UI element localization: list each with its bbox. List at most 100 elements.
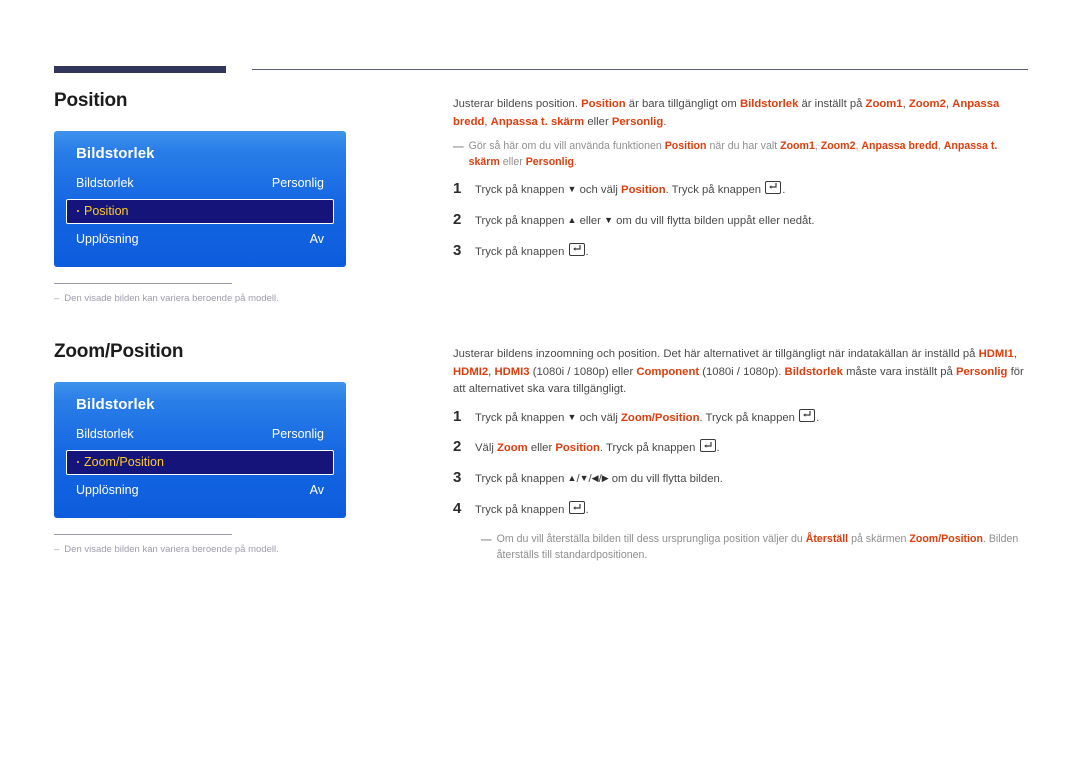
accent-term: Bildstorlek — [739, 98, 799, 110]
osd-row[interactable]: Bildstorlek Personlig — [54, 421, 346, 448]
bullet-dot-icon — [77, 209, 79, 212]
intro-paragraph: Justerar bildens inzoomning och position… — [453, 346, 1029, 399]
osd-row-label-text: Position — [84, 204, 129, 219]
step-text: Tryck på knappen ▼ och välj Zoom/Positio… — [475, 408, 820, 427]
accent-term: Position — [664, 140, 707, 152]
osd-menu-position: Bildstorlek Bildstorlek Personlig Positi… — [54, 130, 346, 267]
note-text: Den visade bilden kan variera beroende p… — [64, 543, 279, 555]
body-text: . — [782, 183, 786, 196]
step-text: Tryck på knappen . — [475, 501, 589, 519]
enter-key-icon — [699, 439, 716, 453]
body-text: (1080i / 1080p) eller — [529, 365, 637, 378]
osd-row-label: Bildstorlek — [76, 176, 134, 191]
osd-title: Bildstorlek — [76, 144, 155, 162]
osd-row[interactable]: Upplösning Av — [54, 477, 346, 504]
arrow-left-icon: ◀ — [591, 473, 599, 484]
step-item: 3 Tryck på knappen ▲/▼/◀/▶ om du vill fl… — [453, 470, 1029, 488]
subnote-text: Gör så här om du vill använda funktionen… — [469, 139, 1029, 171]
accent-term: Personlig — [525, 155, 574, 168]
subnote-dash: — — [453, 141, 464, 153]
accent-term: Zoom/Position — [621, 411, 700, 424]
step-text: Välj Zoom eller Position. Tryck på knapp… — [475, 439, 720, 457]
step-item: 4 Tryck på knappen . — [453, 501, 1029, 519]
body-text: . — [716, 442, 720, 455]
accent-term: Zoom1 — [780, 140, 815, 152]
body-text: Tryck på knappen — [475, 183, 568, 196]
osd-row-selected[interactable]: Zoom/Position — [66, 449, 334, 475]
osd-row-value: Av — [309, 232, 324, 247]
end-note-dash: — — [481, 534, 492, 547]
osd-row-value: Av — [309, 483, 324, 498]
body-text: Gör så här om du vill använda funktionen — [468, 140, 665, 152]
left-column: Position Bildstorlek Bildstorlek Personl… — [54, 90, 414, 556]
body-text: om du vill flytta bilden uppåt eller ned… — [612, 214, 815, 227]
note-dash: – — [54, 292, 60, 304]
body-text: , — [1013, 348, 1017, 360]
body-text: och välj — [576, 411, 622, 424]
step-number: 1 — [453, 179, 462, 197]
body-text: är inställt på — [798, 98, 866, 110]
step-number: 3 — [453, 241, 462, 259]
body-text: . Tryck på knappen — [699, 411, 799, 424]
step-number: 1 — [453, 407, 462, 425]
note-dash: – — [54, 543, 60, 555]
osd-row[interactable]: Bildstorlek Personlig — [54, 170, 346, 197]
body-text: eller — [576, 214, 605, 227]
enter-key-icon — [765, 180, 782, 194]
osd-row-value: Personlig — [271, 176, 324, 191]
body-text: är bara tillgängligt om — [625, 98, 740, 110]
step-item: 1 Tryck på knappen ▼ och välj Position. … — [453, 179, 1029, 199]
body-text: Tryck på knappen — [475, 214, 568, 227]
arrow-down-icon: ▼ — [604, 214, 613, 225]
step-list: 1 Tryck på knappen ▼ och välj Position. … — [453, 179, 1029, 261]
end-note: — Om du vill återställa bilden till dess… — [481, 532, 1029, 564]
body-text: . — [585, 504, 589, 517]
step-number: 3 — [453, 469, 462, 487]
intro-paragraph: Justerar bildens position. Position är b… — [453, 96, 1029, 131]
body-text: . Tryck på knappen — [665, 183, 765, 196]
osd-row-value: Personlig — [271, 427, 324, 442]
bullet-dot-icon — [77, 460, 79, 463]
body-text: Tryck på knappen — [475, 245, 568, 258]
step-item: 2 Tryck på knappen ▲ eller ▼ om du vill … — [453, 212, 1029, 230]
arrow-right-icon: ▶ — [601, 473, 609, 484]
body-text: Tryck på knappen — [475, 411, 568, 424]
body-text: . Tryck på knappen — [599, 442, 699, 455]
arrow-down-icon: ▼ — [579, 473, 589, 484]
osd-note: – Den visade bilden kan variera beroende… — [54, 533, 414, 556]
accent-term: Zoom1 — [865, 98, 903, 110]
step-text: Tryck på knappen . — [475, 242, 589, 261]
note-text: Den visade bilden kan variera beroende p… — [64, 292, 279, 304]
osd-row-selected[interactable]: Position — [66, 198, 334, 224]
osd-row-label: Position — [77, 204, 128, 218]
accent-term: Personlig — [955, 365, 1008, 378]
body-text: Justerar bildens position. — [453, 98, 582, 110]
step-list: 1 Tryck på knappen ▼ och välj Zoom/Posit… — [453, 407, 1029, 520]
step-number: 2 — [453, 210, 462, 228]
osd-row-label: Upplösning — [76, 483, 139, 498]
step-text: Tryck på knappen ▲/▼/◀/▶ om du vill flyt… — [475, 471, 723, 488]
body-text: Välj — [475, 442, 497, 455]
body-text: . — [816, 411, 820, 424]
note-rule — [54, 533, 232, 535]
enter-key-icon — [568, 242, 585, 256]
step-item: 1 Tryck på knappen ▼ och välj Zoom/Posit… — [453, 407, 1029, 427]
accent-term: Position — [621, 183, 666, 196]
body-text: om du vill flytta bilden. — [608, 473, 723, 486]
body-text: . — [585, 245, 589, 258]
accent-term: Zoom2 — [908, 98, 946, 110]
accent-term: HDMI3 — [494, 365, 530, 378]
description-column-zoom-position: Justerar bildens inzoomning och position… — [453, 346, 1029, 564]
step-number: 4 — [453, 500, 462, 518]
osd-row[interactable]: Upplösning Av — [54, 226, 346, 253]
body-text: och välj — [576, 183, 622, 196]
body-text: måste vara inställt på — [842, 365, 956, 378]
step-text: Tryck på knappen ▲ eller ▼ om du vill fl… — [475, 213, 815, 230]
step-item: 2 Välj Zoom eller Position. Tryck på kna… — [453, 439, 1029, 457]
body-text: när du har valt — [706, 140, 781, 152]
enter-key-icon — [568, 501, 585, 515]
body-text: Tryck på knappen — [475, 473, 568, 486]
accent-term: Anpassa bredd — [861, 140, 938, 152]
accent-term: HDMI2 — [453, 365, 489, 378]
step-item: 3 Tryck på knappen . — [453, 241, 1029, 261]
